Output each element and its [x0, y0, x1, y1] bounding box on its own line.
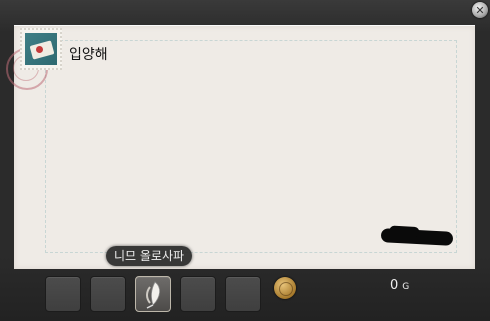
attachment-slot-1[interactable] — [45, 276, 81, 312]
stamp-image — [25, 33, 57, 65]
feather-icon — [146, 281, 161, 309]
letter-border — [45, 40, 457, 253]
coin-icon[interactable] — [274, 277, 296, 299]
attachment-slot-4[interactable] — [180, 276, 216, 312]
attachment-slots — [45, 276, 270, 312]
attachment-slot-5[interactable] — [225, 276, 261, 312]
gil-amount: 0G — [390, 278, 409, 293]
letter-paper: 입양해 — [6, 25, 475, 269]
close-glyph: ✕ — [475, 3, 485, 17]
attachment-slot-3[interactable] — [135, 276, 171, 312]
stamp-icon — [20, 28, 62, 70]
attachment-slot-2[interactable] — [90, 276, 126, 312]
recipient-name: 입양해 — [69, 47, 108, 63]
sender-name-tooltip: 니므 올로사파 — [106, 246, 193, 266]
letter-window: ✕ 입양해 니므 올로사파 0G — [0, 0, 490, 321]
gil-unit: G — [402, 282, 410, 292]
close-icon[interactable]: ✕ — [472, 2, 488, 18]
gil-value: 0 — [390, 278, 399, 293]
